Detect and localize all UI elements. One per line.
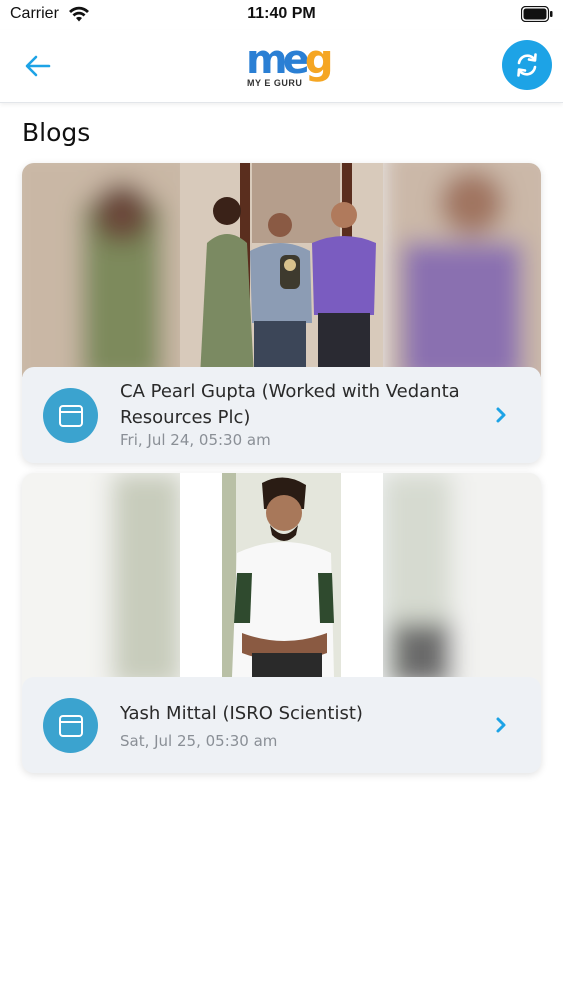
logo-mark: meg: [246, 37, 334, 83]
status-bar: Carrier 11:40 PM: [0, 0, 563, 30]
page-title: Blogs: [22, 118, 91, 147]
refresh-icon: [517, 53, 537, 77]
blog-date: Sat, Jul 25, 05:30 am: [120, 732, 278, 750]
blog-photo: [22, 163, 541, 377]
refresh-button[interactable]: [502, 40, 552, 90]
arrow-left-icon: [25, 55, 51, 77]
chevron-right-icon[interactable]: [493, 403, 509, 427]
blog-card[interactable]: Yash Mittal (ISRO Scientist) Sat, Jul 25…: [22, 473, 541, 773]
blog-icon-badge: [43, 388, 98, 443]
blog-card[interactable]: CA Pearl Gupta (Worked with Vedanta Reso…: [22, 163, 541, 463]
blog-date: Fri, Jul 24, 05:30 am: [120, 431, 271, 449]
battery-icon: [521, 6, 553, 22]
app-logo: meg MY E GURU: [244, 38, 333, 94]
blog-title: CA Pearl Gupta (Worked with Vedanta Reso…: [120, 381, 460, 428]
chevron-right-icon[interactable]: [493, 713, 509, 737]
blog-photo-illustration: [22, 473, 541, 687]
logo-letter-g: g: [304, 37, 334, 83]
back-button[interactable]: [20, 48, 56, 84]
blog-title: Yash Mittal (ISRO Scientist): [120, 703, 363, 724]
logo-text: MY E GURU: [247, 78, 303, 88]
browser-window-icon: [58, 404, 83, 427]
logo-letter-m: m: [246, 37, 288, 83]
browser-window-icon: [58, 714, 83, 737]
blog-card-footer: CA Pearl Gupta (Worked with Vedanta Reso…: [22, 367, 541, 463]
logo-letter-e: e: [282, 37, 310, 83]
blog-card-footer: Yash Mittal (ISRO Scientist) Sat, Jul 25…: [22, 677, 541, 773]
blog-icon-badge: [43, 698, 98, 753]
blog-photo-illustration: [22, 163, 541, 377]
status-time: 11:40 PM: [247, 5, 316, 22]
app-header: meg MY E GURU: [0, 30, 563, 103]
blog-photo: [22, 473, 541, 687]
